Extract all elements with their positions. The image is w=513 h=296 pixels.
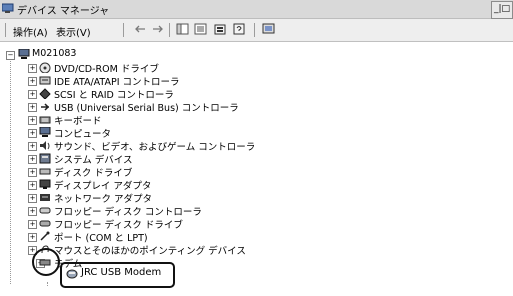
- collapse-icon[interactable]: −: [6, 51, 15, 60]
- port-icon: [40, 231, 50, 241]
- root-label: M021083: [32, 48, 77, 59]
- tree-item-disk[interactable]: + ディスク ドライブ: [0, 165, 300, 179]
- toolbar-separator: [5, 23, 6, 37]
- menu-view[interactable]: 表示(V): [56, 24, 91, 39]
- expand-icon[interactable]: +: [28, 207, 37, 216]
- tree-item-sound[interactable]: + サウンド、ビデオ、およびゲーム コントローラ: [0, 139, 300, 153]
- tree-item-usb[interactable]: + USB (Universal Serial Bus) コントローラ: [0, 100, 300, 114]
- system-icon: [39, 153, 51, 164]
- usb-icon: [41, 103, 50, 111]
- tree-item-display[interactable]: + ディスプレイ アダプタ: [0, 178, 300, 192]
- tree-item-network[interactable]: + ネットワーク アダプタ: [0, 191, 300, 205]
- tree-root[interactable]: − M021083: [0, 48, 120, 62]
- computer-icon: [39, 127, 51, 137]
- forward-icon[interactable]: [151, 23, 164, 35]
- expand-icon[interactable]: +: [28, 116, 37, 125]
- menu-bar: 操作(A) 表示(V): [0, 19, 513, 42]
- tree-item-port[interactable]: + ポート (COM と LPT): [0, 230, 300, 244]
- floppy-drive-icon: [39, 220, 51, 227]
- network-icon: [40, 194, 50, 201]
- console-tree-icon[interactable]: [176, 23, 189, 35]
- jrc-usb-modem-highlight: [60, 262, 175, 288]
- device-manager-icon: [2, 3, 14, 13]
- expand-icon[interactable]: +: [28, 64, 37, 73]
- tree-item-label: USB (Universal Serial Bus) コントローラ: [54, 103, 239, 114]
- tree-item-label: ネットワーク アダプタ: [54, 194, 153, 205]
- tree-item-label: マウスとそのほかのポインティング デバイス: [54, 246, 246, 257]
- ide-icon: [39, 76, 51, 85]
- sound-icon: [40, 141, 50, 150]
- tree-item-system[interactable]: + システム デバイス: [0, 152, 300, 166]
- window-controls[interactable]: _|□: [491, 1, 513, 19]
- display-icon: [39, 179, 51, 189]
- properties-icon[interactable]: [214, 23, 227, 35]
- tree-item-keyboard[interactable]: + キーボード: [0, 113, 300, 127]
- menu-action[interactable]: 操作(A): [13, 24, 48, 39]
- tree-item-label: キーボード: [54, 116, 102, 127]
- expand-icon[interactable]: +: [28, 220, 37, 229]
- tree-item-computer[interactable]: + コンピュータ: [0, 126, 300, 140]
- tree-item-scsi[interactable]: + SCSI と RAID コントローラ: [0, 87, 300, 101]
- back-icon[interactable]: [134, 23, 147, 35]
- toolbar-separator: [169, 23, 170, 37]
- expand-icon[interactable]: +: [28, 233, 37, 242]
- view-list-icon[interactable]: [194, 23, 207, 35]
- tree-item-label: IDE ATA/ATAPI コントローラ: [54, 77, 180, 88]
- window-title: デバイス マネージャ: [17, 6, 110, 17]
- scan-hardware-icon[interactable]: [262, 23, 275, 35]
- title-bar[interactable]: デバイス マネージャ _|□: [0, 0, 513, 19]
- expand-icon[interactable]: +: [28, 103, 37, 112]
- tree-item-floppy-drive[interactable]: + フロッピー ディスク ドライブ: [0, 217, 300, 231]
- expand-icon[interactable]: +: [28, 181, 37, 190]
- tree-item-label: フロッピー ディスク ドライブ: [54, 220, 183, 231]
- tree-item-ide[interactable]: + IDE ATA/ATAPI コントローラ: [0, 74, 300, 88]
- help-icon[interactable]: [233, 23, 246, 35]
- expand-icon[interactable]: +: [28, 77, 37, 86]
- device-tree: − M021083 + DVD/CD-ROM ドライブ + IDE ATA/ATAPI…: [0, 44, 513, 296]
- tree-item-label: SCSI と RAID コントローラ: [54, 90, 174, 101]
- keyboard-icon: [39, 116, 51, 124]
- tree-item-label: ディスク ドライブ: [54, 168, 133, 179]
- tree-item-dvd[interactable]: + DVD/CD-ROM ドライブ: [0, 61, 300, 75]
- tree-item-label: システム デバイス: [54, 155, 133, 166]
- tree-item-label: コンピュータ: [54, 129, 112, 140]
- modem-expand-highlight: [32, 248, 60, 276]
- expand-icon[interactable]: +: [28, 194, 37, 203]
- tree-item-label: ディスプレイ アダプタ: [54, 181, 152, 192]
- tree-item-floppy-controller[interactable]: + フロッピー ディスク コントローラ: [0, 204, 300, 218]
- expand-icon[interactable]: +: [28, 129, 37, 138]
- computer-icon: [18, 49, 30, 59]
- expand-icon[interactable]: +: [28, 142, 37, 151]
- disk-icon: [39, 168, 51, 175]
- tree-connector: [47, 282, 48, 286]
- expand-icon[interactable]: +: [28, 155, 37, 164]
- toolbar-separator: [123, 23, 124, 37]
- tree-item-label: DVD/CD-ROM ドライブ: [54, 64, 159, 75]
- tree-item-label: ポート (COM と LPT): [54, 233, 148, 244]
- device-manager-window: デバイス マネージャ _|□ 操作(A) 表示(V) − M021083 + D…: [0, 0, 513, 296]
- scsi-icon: [39, 88, 51, 99]
- tree-item-label: サウンド、ビデオ、およびゲーム コントローラ: [54, 142, 256, 153]
- expand-icon[interactable]: +: [28, 168, 37, 177]
- tree-item-label: フロッピー ディスク コントローラ: [54, 207, 202, 218]
- toolbar-separator: [254, 23, 255, 37]
- expand-icon[interactable]: +: [28, 90, 37, 99]
- dvd-icon: [39, 62, 51, 73]
- floppy-controller-icon: [39, 207, 51, 214]
